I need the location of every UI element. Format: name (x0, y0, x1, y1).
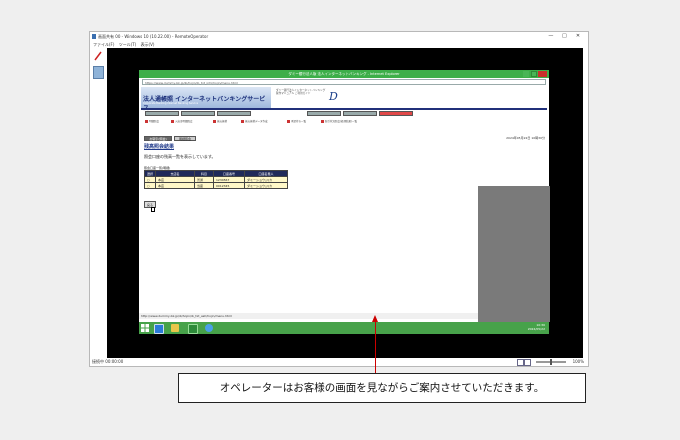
app-icon (92, 34, 96, 39)
subnav-item[interactable]: 取引状況照会(処理結果)一覧 (321, 119, 357, 123)
nav-transfer[interactable] (217, 111, 251, 116)
pointer-tool-icon[interactable] (93, 66, 104, 79)
ie-taskbar-icon[interactable] (154, 324, 164, 334)
connection-status: 接続中 00:00:00 (92, 359, 124, 364)
tab-active[interactable]: お取引(照会) (144, 136, 172, 141)
outer-menu-bar: ファイル(F) ツール(T) 表示(V) (90, 41, 588, 48)
zoom-level: 100% (572, 359, 584, 364)
tray-date: 2024/05/22 (527, 327, 545, 331)
bank-mark-icon: D (329, 90, 338, 103)
select-radio[interactable]: ○ (143, 182, 157, 189)
nav-top[interactable] (145, 111, 179, 116)
account-table: 選択 支店名 科目 口座番号 口座名義人 ○ 本店 普通 1234567 ダミー… (143, 170, 289, 189)
minimize-button[interactable]: — (545, 32, 557, 41)
explorer-taskbar-icon[interactable] (171, 324, 179, 332)
cell-type: 当座 (194, 182, 215, 189)
page-datestamp: 2024年05月22日 10時30分 (506, 136, 545, 140)
store-taskbar-icon[interactable] (188, 324, 198, 334)
mouse-cursor-icon (151, 207, 155, 212)
full-view-icon[interactable] (524, 359, 531, 366)
nav-approval[interactable] (307, 111, 341, 116)
page-title: 残高照会結果 (144, 144, 175, 150)
menu-view[interactable]: 表示(V) (141, 42, 155, 47)
windows-start-icon[interactable] (141, 324, 149, 332)
subnav-item[interactable]: 明細照会 (145, 119, 159, 123)
outer-window-title: 画面共有 00 - Windows 10 (10.22.00) - Remote… (98, 34, 209, 39)
close-button[interactable]: ✕ (572, 32, 584, 41)
status-url: http://www.dummy-bk.jp/ib/hojin/ib_txt_a… (141, 314, 232, 318)
taskbar: 10:30 2024/05/22 (139, 322, 549, 334)
subnav-item[interactable]: 振込振替 (213, 119, 227, 123)
table-row[interactable]: ○ 本店 当座 0012345 ダミーショウジ(カ (143, 182, 289, 189)
window-controls: — □ ✕ (545, 32, 584, 41)
outer-status-bar: 接続中 00:00:00 100% (90, 358, 588, 366)
bank-service-subtitle: Corporate Banking Internet Banking Servi… (143, 102, 199, 105)
subnav-item[interactable]: 振込振替データ作成 (241, 119, 268, 123)
browser-close-button[interactable] (538, 71, 547, 77)
nav-logout[interactable] (379, 111, 413, 116)
pen-tool-icon[interactable] (94, 51, 102, 61)
browser-minimize-button[interactable] (523, 71, 529, 77)
nav-procedures[interactable] (343, 111, 377, 116)
menu-file[interactable]: ファイル(F) (93, 42, 114, 47)
secondary-nav: 明細照会 入出金明細照会 振込振替 振込振替データ作成 承認待ち一覧 取引状況照… (141, 119, 547, 124)
menu-tools[interactable]: ツール(T) (119, 42, 137, 47)
zoom-slider-handle[interactable] (550, 359, 552, 365)
browser-title: ダミー銀行法人版 法人インターネットバンキング - Internet Explo… (288, 72, 400, 76)
address-bar[interactable]: https://www.dummy-bk.jp/ib/hojin/ib_txt_… (142, 79, 546, 85)
tool-palette (90, 48, 105, 358)
subnav-item[interactable]: 入出金明細照会 (171, 119, 193, 123)
browser-maximize-button[interactable] (531, 71, 537, 77)
bank-header-note: ダミー銀行法人インターネットバンキング 操作マニュアル ご利用ガイド (276, 89, 326, 95)
bank-header: 法人通帳照 インターネットバンキングサービス Corporate Banking… (141, 87, 547, 112)
annotation-caption: オペレーターはお客様の画面を見ながらご案内させていただきます。 (178, 373, 586, 403)
page-message: 照会口座の残高一覧を表示しています。 (144, 154, 216, 159)
bank-logo: 法人通帳照 インターネットバンキングサービス Corporate Banking… (141, 87, 271, 112)
maximize-button[interactable]: □ (558, 32, 570, 41)
fit-view-icon[interactable] (517, 359, 524, 366)
uncovered-screen-area (478, 186, 550, 322)
app-taskbar-icon[interactable] (205, 324, 213, 332)
subnav-item[interactable]: 承認待ち一覧 (287, 119, 306, 123)
annotation-arrow (375, 320, 376, 373)
browser-title-bar: ダミー銀行法人版 法人インターネットバンキング - Internet Explo… (139, 70, 549, 78)
cell-branch: 本店 (155, 182, 196, 189)
nav-account-inquiry[interactable] (181, 111, 215, 116)
header-divider (141, 108, 547, 110)
cell-account-no: 0012345 (213, 182, 246, 189)
system-tray: 10:30 2024/05/22 (528, 323, 545, 331)
tab-inactive[interactable]: 明細照会 (174, 136, 196, 141)
cell-holder: ダミーショウジ(カ (244, 182, 289, 189)
primary-nav (141, 111, 547, 117)
outer-title-bar: 画面共有 00 - Windows 10 (10.22.00) - Remote… (90, 32, 588, 41)
